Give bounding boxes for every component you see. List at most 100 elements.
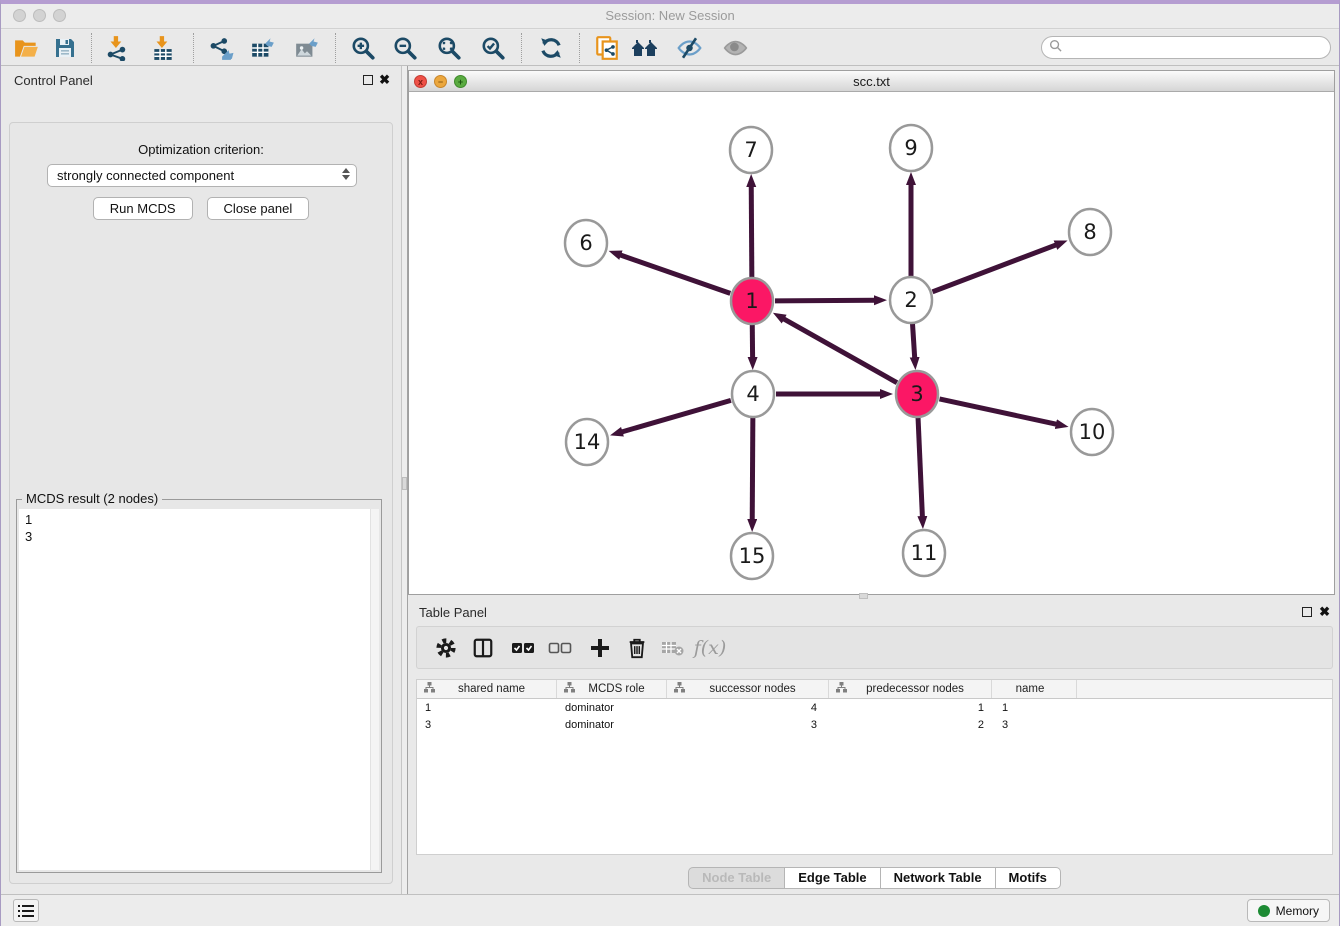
graph-node-label: 15	[739, 544, 766, 568]
table-cell[interactable]: 3	[417, 719, 557, 731]
hide-graphics-button[interactable]	[675, 34, 703, 62]
import-table-button[interactable]	[149, 34, 177, 62]
graph-edge[interactable]	[752, 417, 753, 520]
graph-edge[interactable]	[622, 400, 731, 432]
graph-edge[interactable]	[775, 300, 875, 301]
table-cell[interactable]: 2	[829, 719, 992, 731]
delete-column-button[interactable]	[624, 635, 650, 661]
memory-button[interactable]: Memory	[1247, 899, 1330, 922]
graph-edge[interactable]	[751, 186, 752, 278]
column-header-mcds-role[interactable]: MCDS role	[557, 680, 667, 698]
toolbar-separator	[335, 33, 336, 63]
memory-status-icon	[1258, 905, 1270, 917]
plus-icon	[588, 636, 612, 660]
export-table-button[interactable]	[249, 34, 277, 62]
table-cell[interactable]: dominator	[557, 702, 667, 714]
mcds-result-values: 1 3	[19, 509, 379, 547]
titlebar: Session: New Session	[1, 4, 1339, 29]
graph-node-label: 14	[574, 430, 601, 454]
add-column-button[interactable]	[587, 635, 613, 661]
export-table-icon	[250, 35, 276, 61]
save-session-button[interactable]	[51, 34, 79, 62]
table-cell[interactable]: dominator	[557, 719, 667, 731]
close-table-panel-icon[interactable]: ✖	[1319, 604, 1330, 620]
show-columns-button[interactable]	[470, 635, 496, 661]
table-cell[interactable]: 3	[992, 719, 1077, 731]
export-network-icon	[208, 35, 234, 61]
graph-edge[interactable]	[933, 245, 1057, 292]
delete-table-button[interactable]	[660, 635, 686, 661]
tab-motifs[interactable]: Motifs	[996, 867, 1061, 889]
graph-node-label: 2	[904, 288, 917, 312]
float-table-panel-icon[interactable]	[1302, 607, 1312, 617]
org-chart-icon	[424, 682, 435, 696]
tab-node-table[interactable]: Node Table	[688, 867, 785, 889]
table-settings-button[interactable]	[433, 635, 459, 661]
home-button[interactable]	[631, 34, 659, 62]
run-mcds-button[interactable]: Run MCDS	[93, 197, 193, 220]
show-graphics-button[interactable]	[721, 34, 749, 62]
result-scrollbar[interactable]	[370, 509, 379, 870]
column-header-shared-name[interactable]: shared name	[417, 680, 557, 698]
optimization-criterion-select[interactable]: strongly connected component	[47, 164, 357, 187]
close-panel-icon[interactable]: ✖	[379, 72, 390, 88]
eye-icon	[722, 35, 749, 61]
zoom-in-button[interactable]	[349, 34, 377, 62]
session-title: Session: New Session	[1, 8, 1339, 23]
column-header-name[interactable]: name	[992, 680, 1077, 698]
graph-edge[interactable]	[939, 399, 1056, 424]
select-all-button[interactable]	[510, 635, 536, 661]
tab-edge-table[interactable]: Edge Table	[785, 867, 880, 889]
zoom-out-button[interactable]	[391, 34, 419, 62]
graph-node-label: 8	[1083, 220, 1096, 244]
deselect-all-button[interactable]	[547, 635, 573, 661]
network-window-titlebar[interactable]: x − + scc.txt	[409, 71, 1334, 92]
graph-edge[interactable]	[912, 323, 914, 358]
graph-edge[interactable]	[620, 255, 730, 294]
mcds-result-list[interactable]: 1 3	[19, 509, 379, 870]
checked-boxes-icon	[511, 637, 535, 659]
table-header-row: shared name MCDS role successor nodes pr…	[417, 680, 1332, 699]
table-cell[interactable]: 1	[417, 702, 557, 714]
table-row[interactable]: 1 dominator 4 1 1	[417, 699, 1332, 716]
graph-edge[interactable]	[783, 319, 897, 383]
column-header-successor-nodes[interactable]: successor nodes	[667, 680, 829, 698]
export-image-button[interactable]	[293, 34, 321, 62]
import-network-button[interactable]	[103, 34, 131, 62]
table-cell[interactable]: 3	[667, 719, 829, 731]
splitter-grip[interactable]	[402, 477, 407, 490]
import-network-icon	[104, 35, 130, 61]
main-toolbar	[1, 30, 1339, 66]
zoom-fit-icon	[436, 35, 462, 61]
toolbar-separator	[579, 33, 580, 63]
network-canvas[interactable]: 7968124314101511	[409, 92, 1334, 594]
column-header-predecessor-nodes[interactable]: predecessor nodes	[829, 680, 992, 698]
table-cell[interactable]: 1	[992, 702, 1077, 714]
mcds-panel: Optimization criterion: strongly connect…	[9, 122, 393, 884]
open-folder-icon	[14, 35, 40, 61]
table-row[interactable]: 3 dominator 3 2 3	[417, 716, 1332, 733]
function-builder-button[interactable]: f(x)	[697, 635, 723, 661]
float-panel-icon[interactable]	[363, 75, 373, 85]
task-history-button[interactable]	[13, 899, 39, 922]
panel-splitter[interactable]	[401, 66, 408, 898]
zoom-fit-button[interactable]	[435, 34, 463, 62]
list-icon	[18, 904, 34, 918]
search-input[interactable]	[1066, 38, 1330, 57]
toolbar-separator	[193, 33, 194, 63]
table-cell[interactable]: 4	[667, 702, 829, 714]
tab-network-table[interactable]: Network Table	[881, 867, 996, 889]
search-box[interactable]	[1041, 36, 1331, 59]
export-network-button[interactable]	[207, 34, 235, 62]
graph-edge[interactable]	[918, 417, 922, 517]
open-session-button[interactable]	[13, 34, 41, 62]
toolbar-separator	[521, 33, 522, 63]
close-panel-button[interactable]: Close panel	[207, 197, 310, 220]
org-chart-icon	[836, 682, 847, 696]
duplicate-network-button[interactable]	[593, 34, 621, 62]
node-table: shared name MCDS role successor nodes pr…	[416, 679, 1333, 855]
graph-node-label: 9	[904, 136, 917, 160]
zoom-selected-button[interactable]	[479, 34, 507, 62]
refresh-button[interactable]	[537, 34, 565, 62]
table-cell[interactable]: 1	[829, 702, 992, 714]
